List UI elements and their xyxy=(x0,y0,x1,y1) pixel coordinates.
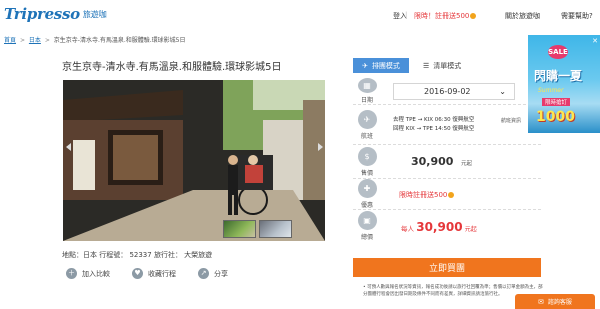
photo-prev-arrow-icon[interactable] xyxy=(66,143,71,151)
offer-text: 限時註冊送500 xyxy=(399,191,448,199)
tab-list-label: 清單模式 xyxy=(433,61,462,70)
coin-icon xyxy=(470,13,477,19)
total-label: 總價 xyxy=(360,234,373,241)
page-title: 京生京寺-清水寺.有馬溫泉.和服體驗.環球影城5日 xyxy=(62,62,282,73)
share-icon: ↗ xyxy=(198,268,209,279)
flight-row: ✈ 航班 去程 TPE → KIX 06:30 復興航空 回程 KIX → TP… xyxy=(353,105,541,145)
kyoto-street-photo xyxy=(63,80,325,241)
buy-now-button[interactable]: 立即買團 xyxy=(353,258,541,277)
breadcrumb-separator: > xyxy=(19,37,25,44)
wallet-icon: ▣ xyxy=(357,211,377,230)
customer-service-label: 諮詢客服 xyxy=(547,299,572,306)
date-value: 2016-09-02 xyxy=(424,86,471,96)
logo-text: Tripresso xyxy=(4,5,80,23)
tab-schedule-mode[interactable]: ✈ 排團模式 xyxy=(353,58,409,73)
calendar-icon: ▦ xyxy=(357,78,377,93)
flight-lines: 去程 TPE → KIX 06:30 復興航空 回程 KIX → TPE 14:… xyxy=(393,116,474,134)
plane-icon: ✈ xyxy=(362,61,368,70)
site-logo[interactable]: Tripresso 旅遊咖 xyxy=(4,5,107,23)
tour-actions: ＋ 加入比較 ♥ 收藏行程 ↗ 分享 xyxy=(66,268,250,279)
date-body: 2016-09-02 ⌄ xyxy=(393,78,541,104)
top-header: Tripresso 旅遊咖 登入 | 限時！註冊送500 關於旅遊咖 需要幫助? xyxy=(0,0,600,30)
add-compare-button[interactable]: ＋ 加入比較 xyxy=(66,268,110,279)
flight-return: 回程 KIX → TPE 14:50 復興航空 xyxy=(393,125,475,132)
add-compare-label: 加入比較 xyxy=(82,269,110,278)
ad-subtitle: Summer xyxy=(538,87,564,94)
photo-next-arrow-icon[interactable] xyxy=(318,143,323,151)
tab-list-mode[interactable]: ☰ 清單模式 xyxy=(409,58,541,73)
gift-icon: ✚ xyxy=(357,179,377,198)
nav-separator: | xyxy=(405,11,408,19)
list-icon: ☰ xyxy=(423,61,430,70)
offer-label-block: ✚ 優惠 xyxy=(353,179,381,209)
share-button[interactable]: ↗ 分享 xyxy=(198,268,228,279)
coin-icon xyxy=(448,192,455,198)
help-link[interactable]: 需要幫助? xyxy=(561,11,593,21)
total-prefix: 每人 xyxy=(401,225,414,233)
price-row: $ 售價 30,900 元起 xyxy=(353,145,541,179)
booking-panel: ✈ 排團模式 ☰ 清單模式 ▦ 日期 2016-09-02 ⌄ ✈ 航班 去程 … xyxy=(353,58,541,258)
view-mode-tabs: ✈ 排團模式 ☰ 清單模式 xyxy=(353,58,541,73)
favorite-label: 收藏行程 xyxy=(148,269,176,278)
total-label-block: ▣ 總價 xyxy=(353,210,381,242)
date-label-block: ▦ 日期 xyxy=(353,78,381,104)
total-price: 每人 30,900 元起 xyxy=(401,220,477,234)
ad-amount: 1000 xyxy=(536,109,575,125)
price-value: 30,900 xyxy=(411,155,454,168)
offer-label: 優惠 xyxy=(360,202,373,209)
date-row: ▦ 日期 2016-09-02 ⌄ xyxy=(353,78,541,105)
flight-icon: ✈ xyxy=(357,109,377,129)
register-promo-text: 限時！註冊送500 xyxy=(414,12,470,20)
chevron-down-icon: ⌄ xyxy=(499,86,506,96)
ad-tag: 限時搶訂 xyxy=(542,98,571,106)
flight-outbound: 去程 TPE → KIX 06:30 復興航空 xyxy=(393,116,475,123)
offer-row: ✚ 優惠 限時註冊送500 xyxy=(353,179,541,210)
total-row: ▣ 總價 每人 30,900 元起 xyxy=(353,210,541,242)
share-label: 分享 xyxy=(214,269,228,278)
price-unit: 元起 xyxy=(461,161,473,167)
price-label-block: $ 售價 xyxy=(353,145,381,178)
flight-label-block: ✈ 航班 xyxy=(353,105,381,144)
promo-ad-banner[interactable]: ✕ SALE 閃購一夏 Summer 限時搶訂 1000 xyxy=(528,35,600,133)
photo-thumbnail[interactable] xyxy=(223,220,256,238)
breadcrumb-current: 京生京寺-清水寺.有馬溫泉.和服體驗.環球影城5日 xyxy=(53,37,186,44)
tab-schedule-label: 排團模式 xyxy=(371,61,400,70)
breadcrumb-separator: > xyxy=(44,37,50,44)
flight-label: 航班 xyxy=(360,132,373,140)
close-icon[interactable]: ✕ xyxy=(592,37,598,45)
chat-icon: ✉ xyxy=(538,297,544,306)
total-suffix: 元起 xyxy=(464,226,477,233)
breadcrumb-home[interactable]: 首頁 xyxy=(4,37,16,44)
heart-icon: ♥ xyxy=(132,268,143,279)
offer-link[interactable]: 限時註冊送500 xyxy=(399,190,455,200)
photo-thumbnails xyxy=(223,220,292,238)
flight-body: 去程 TPE → KIX 06:30 復興航空 回程 KIX → TPE 14:… xyxy=(393,105,541,144)
total-value: 30,900 xyxy=(416,220,463,234)
tour-photo-gallery[interactable] xyxy=(63,80,325,241)
about-link[interactable]: 關於旅遊咖 xyxy=(505,11,540,21)
compare-icon: ＋ xyxy=(66,268,77,279)
flight-info-link[interactable]: 航班資訊 xyxy=(501,118,521,124)
ad-title: 閃購一夏 xyxy=(534,69,583,83)
price-tag-icon: $ xyxy=(357,146,377,166)
tour-meta-info: 地點：日本 行程號： 52337 旅行社： 大榮旅遊 xyxy=(62,251,213,259)
photo-thumbnail[interactable] xyxy=(259,220,292,238)
favorite-button[interactable]: ♥ 收藏行程 xyxy=(132,268,176,279)
customer-service-button[interactable]: ✉ 諮詢客服 xyxy=(515,294,595,309)
register-promo-link[interactable]: 限時！註冊送500 xyxy=(414,11,477,21)
breadcrumb: 首頁 > 日本 > 京生京寺-清水寺.有馬溫泉.和服體驗.環球影城5日 xyxy=(4,35,186,44)
date-label: 日期 xyxy=(360,97,373,104)
logo-cn-text: 旅遊咖 xyxy=(82,10,107,19)
departure-date-select[interactable]: 2016-09-02 ⌄ xyxy=(393,82,515,100)
breadcrumb-country[interactable]: 日本 xyxy=(29,37,41,44)
ad-sale-badge: SALE xyxy=(548,45,568,59)
price-label: 售價 xyxy=(360,169,373,177)
